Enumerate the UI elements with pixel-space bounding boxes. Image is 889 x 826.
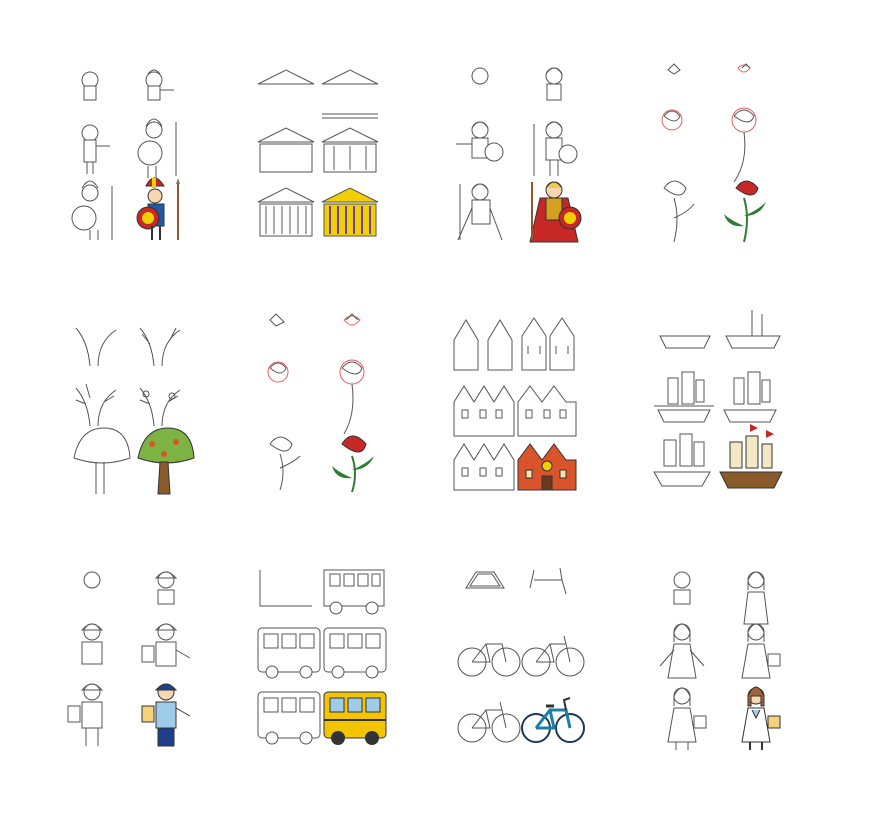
card-rose[interactable] [254, 306, 390, 492]
card-rose-red[interactable] [646, 58, 782, 244]
doctor-steps-image [659, 571, 781, 750]
card-tree[interactable] [60, 310, 196, 496]
card-school-bus[interactable] [254, 566, 390, 752]
card-town-houses[interactable] [450, 306, 586, 492]
sailing-ship-steps-image [653, 310, 783, 489]
card-greek-temple[interactable] [254, 58, 390, 244]
bicycle-steps-image [457, 567, 585, 743]
roman-gladiator-steps-image [456, 67, 582, 243]
card-roman-gladiator[interactable] [450, 58, 586, 244]
greek-temple-steps-image [257, 69, 379, 237]
school-bus-steps-image [257, 569, 387, 745]
card-doctor[interactable] [652, 566, 788, 752]
card-bicycle[interactable] [450, 566, 586, 752]
policeman-steps-image [67, 571, 191, 747]
rose-red-steps-image [661, 63, 766, 243]
card-policeman[interactable] [60, 566, 196, 752]
tutorial-grid [0, 0, 889, 826]
tree-steps-image [73, 327, 195, 495]
card-sailing-ship[interactable] [650, 306, 786, 492]
town-houses-steps-image [453, 317, 577, 491]
rose-steps-image [267, 313, 374, 492]
card-spartan-warrior[interactable] [60, 58, 196, 244]
spartan-warrior-steps-image [71, 69, 180, 240]
